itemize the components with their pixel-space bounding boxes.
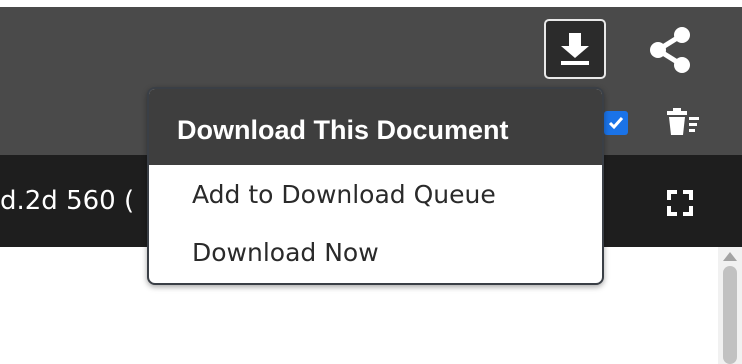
download-menu-title: Download This Document [177, 115, 509, 145]
top-edge [0, 0, 742, 7]
scrollbar-thumb[interactable] [723, 266, 737, 364]
select-checkbox[interactable] [604, 111, 628, 135]
download-menu-header: Download This Document [149, 89, 602, 165]
share-icon[interactable] [648, 26, 692, 74]
checkmark-icon [608, 117, 624, 130]
download-icon [561, 33, 589, 65]
menu-item-label: Download Now [192, 238, 379, 267]
download-menu: Download This Document Add to Download Q… [147, 87, 604, 285]
document-viewer: d.2d 560 ( Download This Document Add to… [0, 0, 742, 364]
menu-item-add-to-download-queue[interactable]: Add to Download Queue [149, 167, 602, 225]
menu-item-label: Add to Download Queue [192, 180, 496, 209]
document-title: d.2d 560 ( [0, 186, 135, 216]
download-button[interactable] [544, 19, 606, 79]
trash-list-icon[interactable] [666, 108, 706, 136]
menu-item-download-now[interactable]: Download Now [149, 225, 602, 283]
scroll-up-arrow-icon[interactable] [723, 252, 737, 261]
fullscreen-icon[interactable] [667, 190, 693, 216]
